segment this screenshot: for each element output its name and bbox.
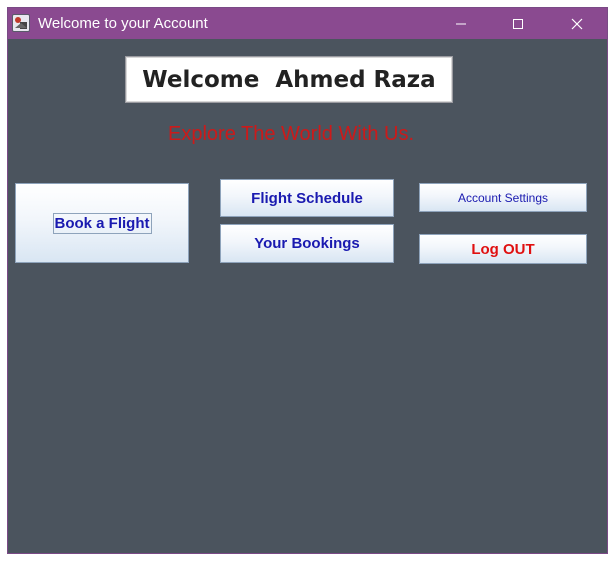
window-title: Welcome to your Account bbox=[38, 15, 208, 32]
flight-schedule-label: Flight Schedule bbox=[251, 189, 363, 207]
account-settings-button[interactable]: Account Settings bbox=[419, 183, 587, 212]
logout-button[interactable]: Log OUT bbox=[419, 234, 587, 264]
welcome-text: Welcome Ahmed Raza bbox=[142, 66, 436, 93]
maximize-button[interactable] bbox=[495, 8, 541, 39]
your-bookings-button[interactable]: Your Bookings bbox=[220, 224, 394, 263]
minimize-icon bbox=[456, 23, 466, 24]
flight-schedule-button[interactable]: Flight Schedule bbox=[220, 179, 394, 217]
close-button[interactable] bbox=[554, 8, 600, 39]
account-window: Welcome to your Account Welcome Ahmed Ra… bbox=[8, 8, 607, 553]
your-bookings-label: Your Bookings bbox=[254, 235, 360, 252]
maximize-icon bbox=[513, 18, 523, 29]
tagline: Explore The World With Us. bbox=[168, 123, 415, 145]
app-icon bbox=[12, 14, 30, 32]
account-settings-label: Account Settings bbox=[457, 190, 549, 205]
book-flight-label: Book a Flight bbox=[52, 212, 152, 234]
close-icon bbox=[571, 18, 583, 29]
minimize-button[interactable] bbox=[438, 8, 484, 39]
logout-label: Log OUT bbox=[471, 240, 535, 258]
welcome-banner: Welcome Ahmed Raza bbox=[125, 56, 453, 103]
title-bar[interactable]: Welcome to your Account bbox=[8, 8, 607, 39]
book-flight-button[interactable]: Book a Flight bbox=[15, 183, 189, 263]
